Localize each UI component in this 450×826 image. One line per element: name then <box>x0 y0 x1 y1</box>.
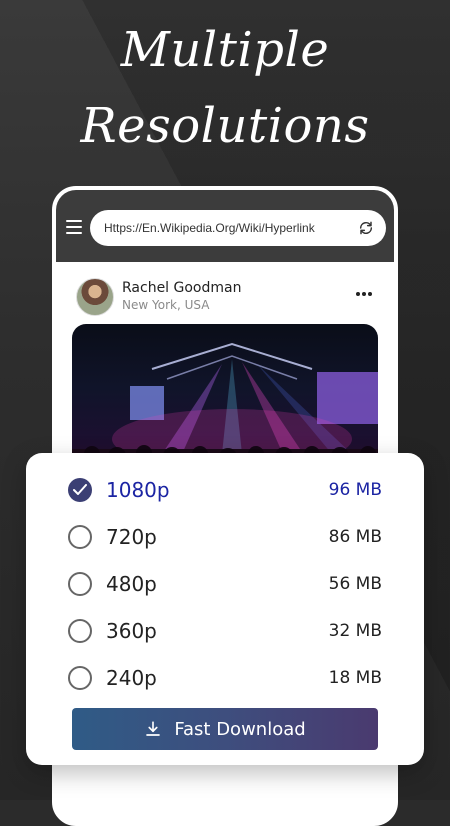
resolution-option-720p[interactable]: 720p 86 MB <box>26 517 424 557</box>
file-size: 86 MB <box>328 527 382 547</box>
author-location: New York, USA <box>122 298 210 312</box>
resolution-label: 240p <box>106 666 157 690</box>
radio-unchecked-icon[interactable] <box>68 572 92 596</box>
file-size: 32 MB <box>328 621 382 641</box>
more-horizontal-icon[interactable] <box>356 292 372 296</box>
refresh-icon[interactable] <box>358 220 374 236</box>
resolution-label: 360p <box>106 619 157 643</box>
resolution-label: 1080p <box>106 478 170 502</box>
resolution-option-1080p[interactable]: 1080p 96 MB <box>26 470 424 510</box>
resolution-option-480p[interactable]: 480p 56 MB <box>26 564 424 604</box>
browser-toolbar: Https://En.Wikipedia.Org/Wiki/Hyperlink <box>56 190 394 262</box>
download-label: Fast Download <box>174 718 306 740</box>
resolution-picker-sheet: 1080p 96 MB 720p 86 MB 480p 56 MB 360p 3… <box>26 453 424 765</box>
file-size: 18 MB <box>328 668 382 688</box>
promo-title-line-1: Multiple <box>120 22 330 78</box>
resolution-option-240p[interactable]: 240p 18 MB <box>26 658 424 698</box>
file-size: 96 MB <box>328 480 382 500</box>
radio-unchecked-icon[interactable] <box>68 525 92 549</box>
resolution-option-360p[interactable]: 360p 32 MB <box>26 611 424 651</box>
avatar[interactable] <box>76 278 114 316</box>
hamburger-menu-icon[interactable] <box>66 220 82 234</box>
download-icon <box>146 721 161 736</box>
url-text[interactable]: Https://En.Wikipedia.Org/Wiki/Hyperlink <box>104 221 315 235</box>
author-name[interactable]: Rachel Goodman <box>122 280 241 296</box>
url-bar[interactable]: Https://En.Wikipedia.Org/Wiki/Hyperlink <box>90 210 386 246</box>
radio-checked-icon[interactable] <box>68 478 92 502</box>
promo-title-line-2: Resolutions <box>80 98 370 154</box>
resolution-label: 720p <box>106 525 157 549</box>
radio-unchecked-icon[interactable] <box>68 619 92 643</box>
resolution-label: 480p <box>106 572 157 596</box>
radio-unchecked-icon[interactable] <box>68 666 92 690</box>
fast-download-button[interactable]: Fast Download <box>72 708 378 750</box>
file-size: 56 MB <box>328 574 382 594</box>
